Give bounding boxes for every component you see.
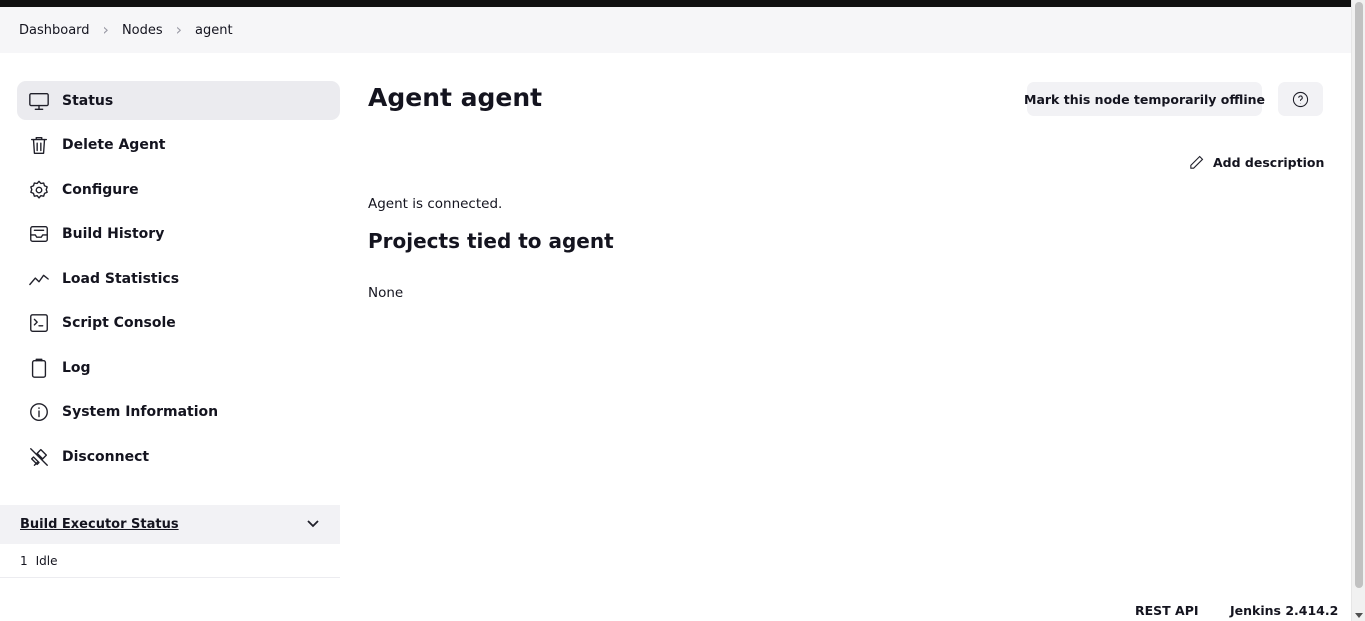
build-executor-header[interactable]: Build Executor Status [0,505,340,544]
sidebar-item-log[interactable]: Log [17,348,340,387]
build-executor-title[interactable]: Build Executor Status [20,517,179,532]
add-description-label: Add description [1213,154,1325,170]
sidebar-item-configure[interactable]: Configure [17,170,340,209]
chevron-down-icon[interactable] [306,515,320,534]
unplug-icon [27,445,51,469]
breadcrumb: Dashboard › Nodes › agent [0,7,1351,53]
projects-heading: Projects tied to agent [368,229,614,253]
chevron-right-icon: › [175,20,183,39]
breadcrumb-agent[interactable]: agent [195,23,233,38]
monitor-icon [27,89,51,113]
inbox-icon [27,222,51,246]
clipboard-icon [27,356,51,380]
pencil-icon [1190,155,1204,169]
sidebar-item-delete-agent[interactable]: Delete Agent [17,126,340,165]
vertical-scrollbar[interactable] [1351,0,1365,621]
build-executor-panel: Build Executor Status 1 Idle [0,505,340,578]
sidebar-item-load-statistics[interactable]: Load Statistics [17,259,340,298]
terminal-icon [27,311,51,335]
sidebar: Status Delete Agent Configure Build Hist… [17,81,340,482]
sidebar-item-build-history[interactable]: Build History [17,215,340,254]
sidebar-item-label: Configure [62,181,139,198]
sidebar-item-disconnect[interactable]: Disconnect [17,437,340,476]
top-header-bar [0,0,1365,7]
sidebar-item-label: Build History [62,226,165,242]
sidebar-item-script-console[interactable]: Script Console [17,304,340,343]
page-title: Agent agent [368,83,543,112]
add-description-link[interactable]: Add description [1188,151,1324,173]
executor-row: 1 Idle [0,544,340,578]
sidebar-item-status[interactable]: Status [17,81,340,120]
jenkins-version[interactable]: Jenkins 2.414.2 [1230,603,1338,618]
scrollbar-thumb[interactable] [1355,2,1363,588]
sidebar-item-label: Disconnect [62,448,150,465]
projects-value: None [368,285,404,301]
sidebar-item-label: Delete Agent [62,137,166,153]
sidebar-item-label: Script Console [62,315,176,331]
sidebar-item-label: System Information [62,404,219,420]
help-icon [1292,91,1309,107]
breadcrumb-nodes[interactable]: Nodes [122,23,163,38]
rest-api-link[interactable]: REST API [1135,603,1199,618]
sidebar-item-label: Load Statistics [62,270,180,287]
executor-number: 1 [20,553,28,568]
connection-status: Agent is connected. [368,196,503,212]
trend-line-icon [27,267,51,291]
gear-icon [27,178,51,202]
sidebar-item-system-information[interactable]: System Information [17,393,340,432]
info-icon [27,400,51,424]
scroll-down-arrow-icon[interactable] [1355,613,1363,618]
executor-status: Idle [35,553,58,568]
sidebar-item-label: Log [62,359,91,376]
chevron-right-icon: › [102,20,109,39]
mark-offline-button[interactable]: Mark this node temporarily offline [1024,82,1265,116]
breadcrumb-dashboard[interactable]: Dashboard [19,23,90,38]
help-button[interactable] [1278,82,1323,116]
sidebar-item-label: Status [62,92,114,109]
trash-icon [27,133,51,157]
